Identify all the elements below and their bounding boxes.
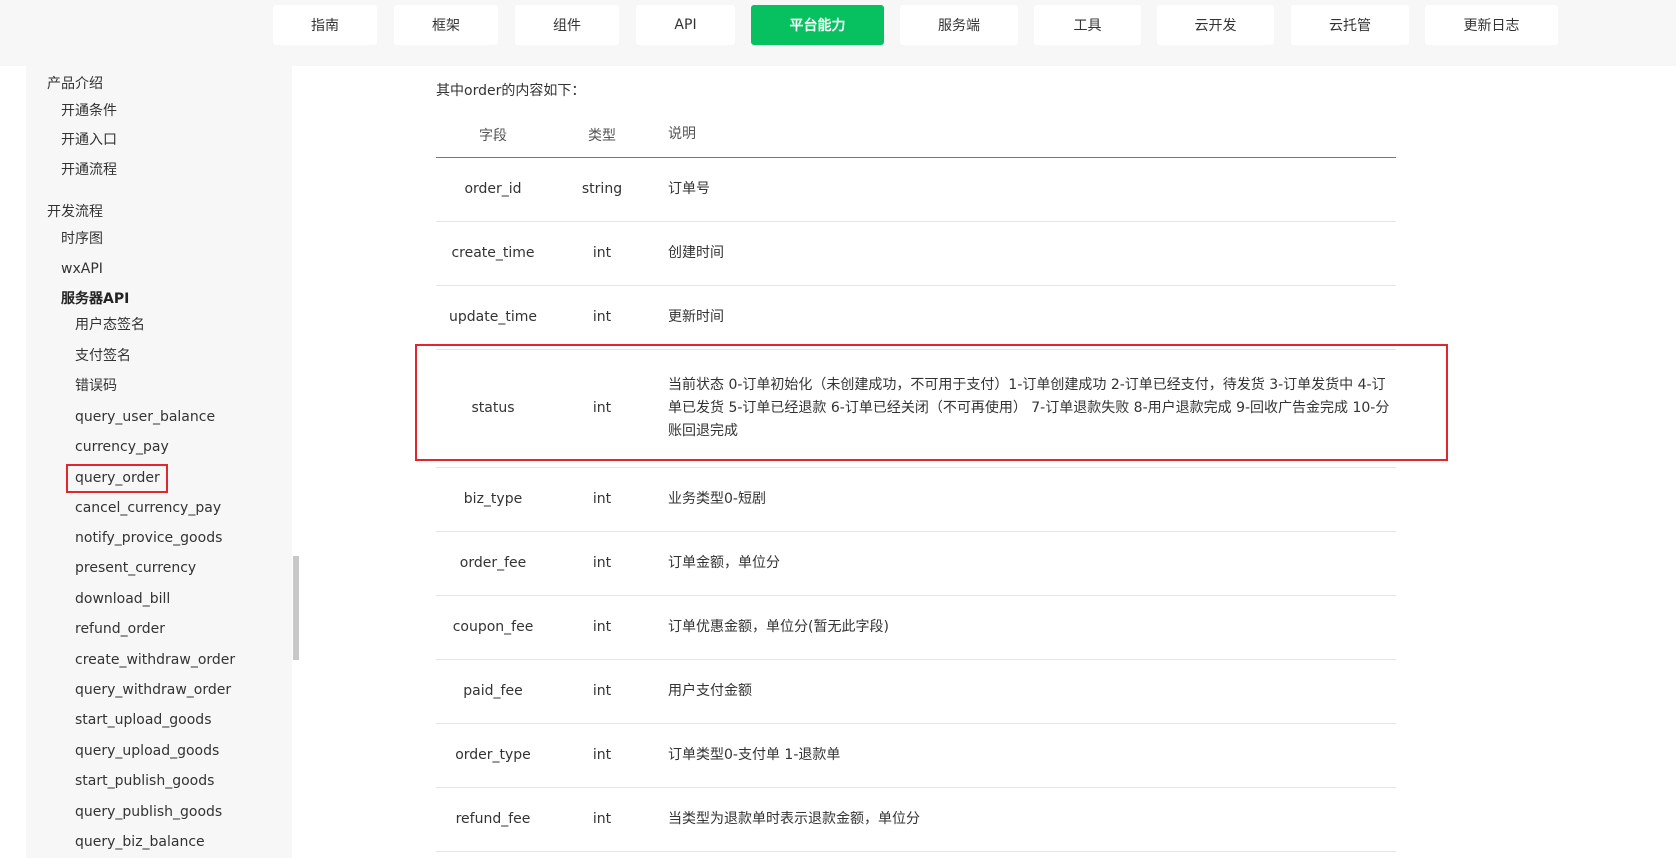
sidebar-item-query-biz-balance[interactable]: query_biz_balance	[75, 832, 205, 852]
cell-field: biz_type	[436, 467, 550, 532]
main-content: 其中order的内容如下： 字段 类型 说明 order_id string 订…	[300, 66, 1676, 858]
cell-type: int	[550, 221, 654, 286]
sidebar-item-activation-conditions[interactable]: 开通条件	[61, 101, 117, 121]
sidebar-item-dev-flow[interactable]: 开发流程	[47, 202, 103, 222]
cell-desc: 用户支付金额	[654, 659, 1396, 724]
sidebar-item-product-intro[interactable]: 产品介绍	[47, 74, 103, 94]
cell-field: coupon_fee	[436, 595, 550, 660]
cell-field: refund_fee	[436, 787, 550, 852]
sidebar-item-create-withdraw-order[interactable]: create_withdraw_order	[75, 650, 235, 670]
sidebar-item-download-bill[interactable]: download_bill	[75, 589, 170, 609]
order-fields-table: 字段 类型 说明 order_id string 订单号 create_time…	[436, 113, 1396, 852]
tab-cloud-dev[interactable]: 云开发	[1157, 5, 1274, 45]
tab-guide[interactable]: 指南	[273, 5, 377, 45]
cell-field: order_id	[436, 157, 550, 222]
cell-desc: 当类型为退款单时表示退款金额，单位分	[654, 787, 1396, 852]
sidebar-item-query-upload-goods[interactable]: query_upload_goods	[75, 741, 219, 761]
cell-type: int	[550, 595, 654, 660]
cell-type: string	[550, 157, 654, 222]
sidebar-item-start-publish-goods[interactable]: start_publish_goods	[75, 771, 214, 791]
cell-field: paid_fee	[436, 659, 550, 724]
sidebar-item-activation-flow[interactable]: 开通流程	[61, 160, 117, 180]
header-field: 字段	[436, 113, 550, 158]
top-nav-bar: 指南 框架 组件 API 平台能力 服务端 工具 云开发 云托管 更新日志	[0, 0, 1676, 66]
cell-desc: 订单号	[654, 157, 1396, 222]
sidebar-item-cancel-currency-pay[interactable]: cancel_currency_pay	[75, 498, 221, 518]
tab-components[interactable]: 组件	[515, 5, 619, 45]
cell-type: int	[550, 467, 654, 532]
cell-type: int	[550, 787, 654, 852]
order-intro-text: 其中order的内容如下：	[436, 83, 586, 99]
table-row: create_time int 创建时间	[436, 221, 1396, 286]
cell-desc: 订单金额，单位分	[654, 531, 1396, 596]
tab-api[interactable]: API	[636, 5, 735, 45]
sidebar-item-query-user-balance[interactable]: query_user_balance	[75, 407, 215, 427]
header-type: 类型	[550, 113, 654, 158]
sidebar-item-pay-signature[interactable]: 支付签名	[75, 346, 131, 366]
table-header-row: 字段 类型 说明	[436, 113, 1396, 158]
sidebar-item-server-api[interactable]: 服务器API	[61, 289, 129, 309]
cell-type: int	[550, 659, 654, 724]
sidebar-scrollbar[interactable]	[293, 556, 299, 660]
cell-desc: 更新时间	[654, 285, 1396, 350]
table-row: order_type int 订单类型0-支付单 1-退款单	[436, 723, 1396, 788]
sidebar-item-activation-entry[interactable]: 开通入口	[61, 130, 117, 150]
cell-type: int	[550, 723, 654, 788]
sidebar-item-user-signature[interactable]: 用户态签名	[75, 315, 145, 335]
table-row: biz_type int 业务类型0-短剧	[436, 467, 1396, 532]
sidebar-item-refund-order[interactable]: refund_order	[75, 619, 165, 639]
cell-desc: 业务类型0-短剧	[654, 467, 1396, 532]
tab-tools[interactable]: 工具	[1034, 5, 1141, 45]
sidebar-item-present-currency[interactable]: present_currency	[75, 558, 196, 578]
sidebar-item-wxapi[interactable]: wxAPI	[61, 259, 103, 279]
cell-desc: 订单类型0-支付单 1-退款单	[654, 723, 1396, 788]
cell-field: update_time	[436, 285, 550, 350]
tab-changelog[interactable]: 更新日志	[1425, 5, 1558, 45]
cell-field: order_type	[436, 723, 550, 788]
sidebar: 产品介绍 开通条件 开通入口 开通流程 开发流程 时序图 wxAPI 服务器AP…	[26, 66, 292, 858]
table-row: order_fee int 订单金额，单位分	[436, 531, 1396, 596]
table-row: coupon_fee int 订单优惠金额，单位分(暂无此字段)	[436, 595, 1396, 660]
cell-desc: 订单优惠金额，单位分(暂无此字段)	[654, 595, 1396, 660]
cell-field: order_fee	[436, 531, 550, 596]
sidebar-item-start-upload-goods[interactable]: start_upload_goods	[75, 710, 212, 730]
cell-type: int	[550, 531, 654, 596]
tab-framework[interactable]: 框架	[394, 5, 498, 45]
table-row: order_id string 订单号	[436, 157, 1396, 222]
tab-cloud-hosting[interactable]: 云托管	[1291, 5, 1409, 45]
table-row: update_time int 更新时间	[436, 285, 1396, 350]
sidebar-item-currency-pay[interactable]: currency_pay	[75, 437, 169, 457]
table-row: paid_fee int 用户支付金额	[436, 659, 1396, 724]
cell-type: int	[550, 285, 654, 350]
sidebar-item-query-publish-goods[interactable]: query_publish_goods	[75, 802, 222, 822]
status-row-highlight-box	[415, 344, 1448, 461]
cell-field: create_time	[436, 221, 550, 286]
sidebar-item-notify-provice-goods[interactable]: notify_provice_goods	[75, 528, 222, 548]
query-order-highlight-box	[66, 464, 168, 493]
table-row: refund_fee int 当类型为退款单时表示退款金额，单位分	[436, 787, 1396, 852]
header-desc: 说明	[654, 113, 1396, 158]
sidebar-item-query-withdraw-order[interactable]: query_withdraw_order	[75, 680, 231, 700]
sidebar-item-sequence-diagram[interactable]: 时序图	[61, 229, 103, 249]
sidebar-item-error-codes[interactable]: 错误码	[75, 376, 117, 396]
tab-platform-capabilities[interactable]: 平台能力	[751, 5, 884, 45]
cell-desc: 创建时间	[654, 221, 1396, 286]
tab-server[interactable]: 服务端	[900, 5, 1018, 45]
